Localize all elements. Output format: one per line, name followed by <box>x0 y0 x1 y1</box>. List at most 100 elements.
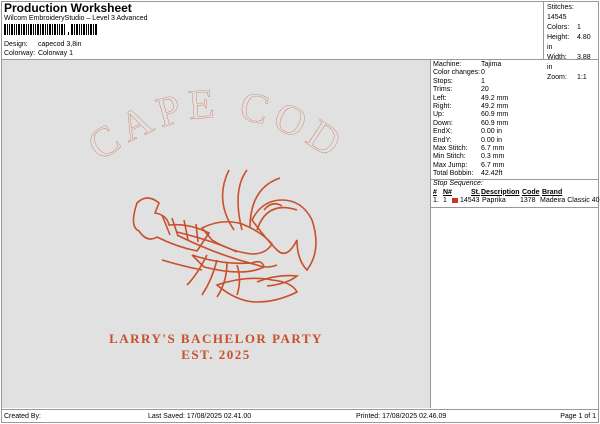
property-label: Trims: <box>433 86 453 94</box>
stop-sequence-row: 1. 1 14543 Paprika 1378 Madeira Classic 40 <box>431 197 600 205</box>
property-row: Up: 60.9 mm <box>431 111 599 119</box>
property-value: 0.3 mm <box>481 153 505 161</box>
barcode-bar <box>45 24 46 35</box>
design-artwork: CAPE COD LARRY'S BACHELOR PARTY EST. 202… <box>80 81 354 362</box>
barcode-bar <box>37 24 39 35</box>
design-value: capecod 3,8in <box>37 41 82 48</box>
stat-label: Height: <box>547 34 570 41</box>
barcode-bar <box>52 24 53 35</box>
property-row: Left: 49.2 mm <box>431 95 599 103</box>
property-label: Max Stitch: <box>433 144 468 152</box>
property-value: 49.2 mm <box>481 102 509 110</box>
barcode-bar <box>81 24 82 35</box>
barcode-bar <box>95 24 97 35</box>
property-row: Color changes:0 <box>431 69 599 77</box>
property-value: 0.00 in <box>481 128 503 136</box>
property-row: Stops: 1 <box>431 78 599 86</box>
design-preview: CAPE COD LARRY'S BACHELOR PARTY EST. 202… <box>2 60 430 408</box>
barcode-bar <box>11 24 13 35</box>
barcode-bar <box>76 24 78 35</box>
barcode-bar <box>71 24 73 35</box>
barcode-bar <box>9 24 10 35</box>
row-code: 1378 <box>520 197 536 205</box>
barcode-bar <box>83 24 85 35</box>
property-row: Total Bobbin: 42.42ft <box>431 170 599 178</box>
properties-panel: Machine: Tajima Color changes:0 Stops: 1 Trim… <box>430 60 600 408</box>
property-row: Down: 60.9 mm <box>431 120 599 128</box>
col-description: Description <box>481 188 520 196</box>
barcode-bar <box>93 24 94 35</box>
barcode-bar <box>86 24 87 35</box>
barcode <box>4 24 98 35</box>
barcode-bar <box>64 24 65 35</box>
property-value: 20 <box>481 86 489 94</box>
barcode-bar <box>59 24 60 35</box>
property-row: EndY: 0.00 in <box>431 137 599 145</box>
barcode-bar <box>35 24 36 35</box>
page-title: Production Worksheet <box>4 1 132 15</box>
property-label: EndY: <box>433 136 452 144</box>
property-value: 60.9 mm <box>481 111 509 119</box>
property-row: EndX: 0.00 in <box>431 128 599 136</box>
col-code: Code <box>522 188 540 196</box>
col-n: N# <box>443 188 452 196</box>
barcode-bar <box>42 24 44 35</box>
barcode-bar <box>23 24 25 35</box>
stop-sequence-title: Stop Sequence: <box>433 180 483 188</box>
row-num: 1. <box>433 197 439 205</box>
property-value: 49.2 mm <box>481 94 509 102</box>
barcode-bar <box>54 24 56 35</box>
property-label: Color changes: <box>433 69 481 77</box>
property-value: 6.7 mm <box>481 144 505 152</box>
property-value: 60.9 mm <box>481 119 509 127</box>
barcode-bar <box>61 24 63 35</box>
stat-value: 1 <box>577 24 581 31</box>
row-description: Paprika <box>482 197 506 205</box>
barcode-bar <box>49 24 51 35</box>
property-label: Machine: <box>433 61 462 68</box>
row-brand: Madeira Classic 40 <box>540 197 600 205</box>
colorway-label: Colorway: <box>4 50 36 57</box>
barcode-bar <box>90 24 92 35</box>
barcode-bar <box>16 24 17 35</box>
design-year-text: EST. 2025 <box>181 347 251 362</box>
barcode-bar <box>21 24 22 35</box>
page-number: Page 1 of 1 <box>560 413 596 420</box>
design-subtitle-text: LARRY'S BACHELOR PARTY <box>109 331 323 346</box>
property-label: Max Jump: <box>433 161 468 169</box>
barcode-bar <box>68 32 69 35</box>
subtitle: Wilcom EmbroideryStudio – Level 3 Advanc… <box>4 15 148 22</box>
property-label: Total Bobbin: <box>433 170 474 178</box>
footer: Created By: Last Saved: 17/08/2025 02.41… <box>1 409 599 423</box>
property-label: Up: <box>433 111 444 119</box>
design-info: Design: capecod 3,8in <box>4 41 82 48</box>
property-row: Max Jump: 6.7 mm <box>431 162 599 170</box>
property-row: Max Stitch: 6.7 mm <box>431 145 599 153</box>
design-title-text: CAPE COD <box>80 81 354 170</box>
property-row: Trims: 20 <box>431 86 599 94</box>
property-value: 1 <box>481 77 485 85</box>
barcode-bar <box>74 24 75 35</box>
stat-label: Colors: <box>547 24 570 31</box>
property-value: 6.7 mm <box>481 161 505 169</box>
stat-row: Height: 4.80 in <box>547 33 596 53</box>
barcode-bar <box>30 24 32 35</box>
property-label: Stops: <box>433 77 453 85</box>
row-stitches: 14543 <box>460 197 480 205</box>
col-num: # <box>433 188 437 196</box>
barcode-bar <box>14 24 15 35</box>
stat-label: Stitches: <box>547 4 574 11</box>
stat-row: Stitches: 14545 <box>547 3 596 23</box>
last-saved: Last Saved: 17/08/2025 02.41.00 <box>148 413 252 420</box>
barcode-bar <box>40 24 41 35</box>
stop-sequence-header: # N# St.Description Code Brand <box>431 189 599 197</box>
stat-value: 14545 <box>547 14 567 21</box>
property-row: Machine: Tajima <box>431 61 599 69</box>
barcode-bar <box>7 24 8 35</box>
colorway-value: Colorway 1 <box>37 50 73 57</box>
created-by: Created By: <box>4 413 41 420</box>
property-row: Min Stitch: 0.3 mm <box>431 153 599 161</box>
property-value: 0.00 in <box>481 136 503 144</box>
col-brand: Brand <box>542 188 563 196</box>
barcode-bar <box>28 24 29 35</box>
